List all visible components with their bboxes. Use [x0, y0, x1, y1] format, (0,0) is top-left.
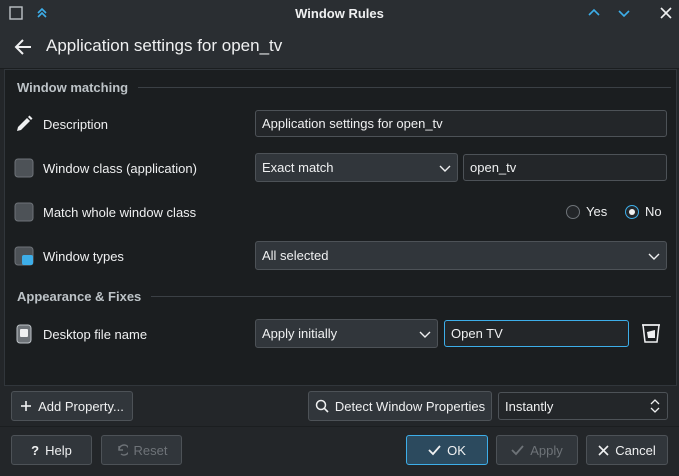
desktop-file-label: Desktop file name — [43, 327, 148, 342]
description-value: Application settings for open_tv — [262, 116, 443, 131]
apply-button[interactable]: Apply — [496, 435, 578, 465]
cancel-label: Cancel — [615, 442, 656, 458]
detect-delay-value: Instantly — [505, 398, 554, 414]
help-button[interactable]: ? Help — [11, 435, 92, 465]
chevron-down-icon[interactable] — [614, 3, 634, 23]
radio-label-no: No — [645, 204, 662, 219]
check-icon — [428, 444, 441, 456]
radio-dot-selected — [625, 204, 639, 219]
window-types-select[interactable]: All selected — [255, 241, 667, 270]
chevron-up-icon[interactable] — [584, 3, 604, 23]
desktop-file-policy-value: Apply initially — [262, 326, 338, 341]
chevron-down-icon — [419, 331, 431, 338]
page-header: Application settings for open_tv — [0, 26, 679, 69]
window-class-label: Window class (application) — [43, 161, 197, 176]
section-title: Window matching — [17, 80, 129, 95]
desktop-file-icon — [13, 323, 35, 345]
reset-label: Reset — [133, 442, 168, 458]
back-arrow-icon[interactable] — [12, 36, 34, 58]
whole-class-label: Match whole window class — [43, 205, 197, 220]
section-divider — [151, 296, 671, 297]
window-class-field[interactable]: open_tv — [463, 154, 667, 181]
window-menu-icon[interactable] — [6, 3, 26, 23]
desktop-file-field[interactable]: Open TV — [444, 320, 629, 347]
page-title: Application settings for open_tv — [46, 36, 283, 55]
search-icon — [315, 399, 329, 413]
close-icon — [598, 444, 609, 456]
add-property-label: Add Property... — [38, 398, 124, 414]
check-icon — [511, 444, 524, 456]
window-class-match-select[interactable]: Exact match — [255, 153, 458, 182]
window-types-label: Window types — [43, 249, 124, 264]
section-window-matching: Window matching — [17, 80, 671, 95]
help-icon: ? — [31, 442, 40, 458]
section-divider — [138, 87, 671, 88]
add-property-button[interactable]: Add Property... — [11, 391, 133, 421]
window-types-value: All selected — [262, 248, 329, 263]
window-types-icon — [13, 245, 35, 267]
apply-label: Apply — [530, 442, 563, 458]
desktop-file-value: Open TV — [451, 326, 503, 341]
detect-label: Detect Window Properties — [334, 398, 486, 414]
window-title: Window Rules — [295, 5, 384, 21]
ok-label: OK — [447, 442, 466, 458]
ok-button[interactable]: OK — [406, 435, 488, 465]
plus-icon — [20, 400, 32, 412]
whole-class-yes-radio[interactable]: Yes — [566, 204, 607, 219]
reset-button[interactable]: Reset — [101, 435, 182, 465]
detect-delay-spinbox[interactable]: Instantly — [498, 392, 668, 420]
window-icon — [13, 157, 35, 179]
keep-above-icon[interactable] — [32, 3, 52, 23]
footer-divider — [0, 426, 679, 427]
help-label: Help — [45, 442, 72, 458]
section-appearance-fixes: Appearance & Fixes — [17, 289, 671, 304]
desktop-file-policy-select[interactable]: Apply initially — [255, 319, 438, 348]
close-icon[interactable] — [656, 3, 676, 23]
rules-content: Window matching Description Application … — [4, 69, 677, 386]
trash-icon[interactable] — [640, 322, 662, 344]
title-bar: Window Rules — [0, 0, 679, 26]
window-icon — [13, 201, 35, 223]
radio-dot — [566, 204, 580, 219]
spin-arrows-icon[interactable] — [649, 397, 661, 415]
detect-window-properties-button[interactable]: Detect Window Properties — [308, 391, 492, 421]
cancel-button[interactable]: Cancel — [586, 435, 668, 465]
radio-label-yes: Yes — [586, 204, 608, 219]
section-title: Appearance & Fixes — [17, 289, 142, 304]
description-label: Description — [43, 117, 109, 132]
undo-icon — [116, 444, 128, 456]
description-field[interactable]: Application settings for open_tv — [255, 110, 667, 137]
window-class-match-value: Exact match — [262, 160, 334, 175]
pencil-icon — [13, 113, 35, 135]
whole-class-no-radio[interactable]: No — [625, 204, 662, 219]
chevron-down-icon — [439, 165, 451, 172]
window-class-value: open_tv — [470, 160, 517, 175]
chevron-down-icon — [648, 253, 660, 260]
